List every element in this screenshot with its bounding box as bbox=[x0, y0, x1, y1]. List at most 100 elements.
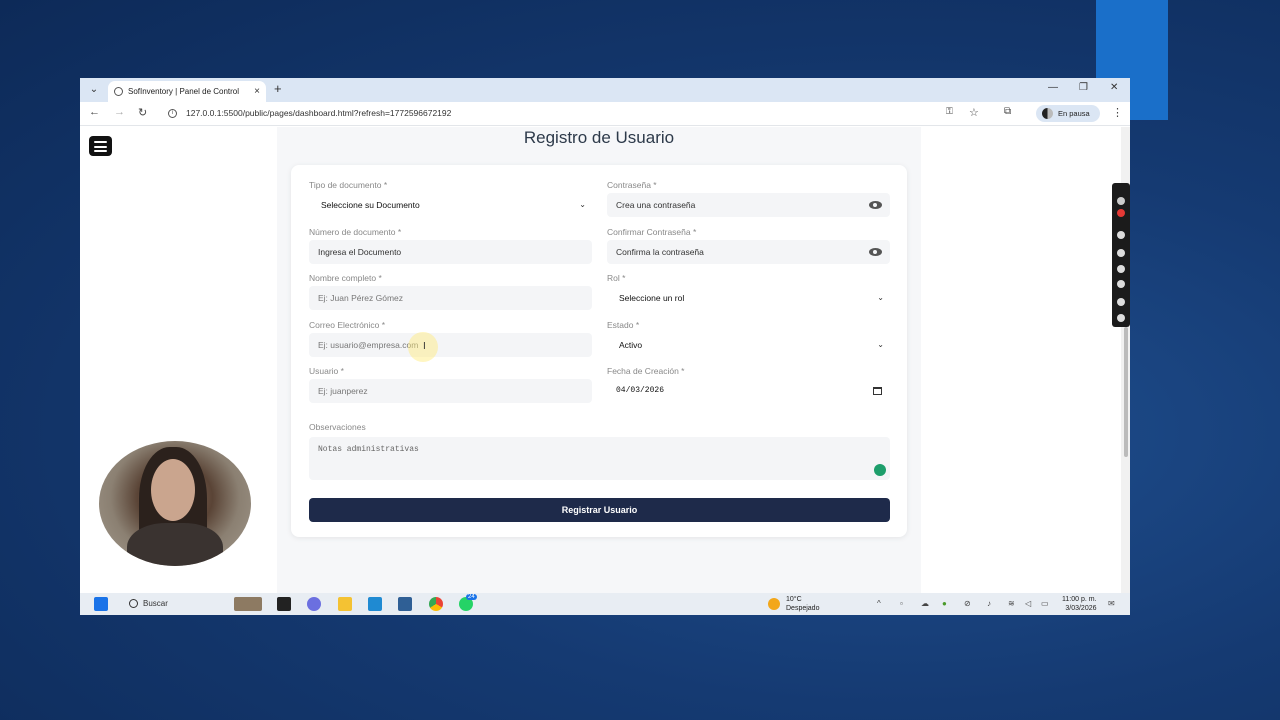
chrome-icon[interactable] bbox=[429, 597, 443, 611]
nombre-completo-input[interactable]: Ej: Juan Pérez Gómez bbox=[309, 286, 592, 310]
chevron-down-icon: ⌄ bbox=[877, 340, 884, 349]
clock[interactable]: 11:00 p. m. 3/03/2026 bbox=[1062, 595, 1097, 613]
rol-select[interactable]: Seleccione un rol ⌄ bbox=[607, 286, 890, 310]
contrasena-input[interactable]: Crea una contraseña bbox=[607, 193, 890, 217]
nombre-completo-label: Nombre completo * bbox=[309, 273, 382, 283]
observaciones-placeholder: Notas administrativas bbox=[318, 445, 419, 454]
usuario-label: Usuario * bbox=[309, 366, 344, 376]
vscode-icon[interactable] bbox=[368, 597, 382, 611]
grammar-assistant-icon[interactable] bbox=[874, 464, 886, 476]
tab-bar: ⌄ SofInventory | Panel de Control × + — … bbox=[80, 78, 1130, 102]
tab-search-chevron-icon[interactable]: ⌄ bbox=[86, 82, 102, 98]
security-icon[interactable]: ● bbox=[942, 599, 947, 608]
numero-documento-label: Número de documento * bbox=[309, 227, 402, 237]
tray-app-icon[interactable]: ▫ bbox=[900, 599, 903, 608]
registration-form: Tipo de documento * Seleccione su Docume… bbox=[291, 165, 907, 537]
tipo-documento-select[interactable]: Seleccione su Documento ⌄ bbox=[309, 193, 592, 217]
clock-time: 11:00 p. m. bbox=[1062, 596, 1097, 603]
microphone-icon[interactable] bbox=[1117, 249, 1125, 257]
hamburger-menu-icon[interactable] bbox=[89, 136, 112, 156]
browser-tab[interactable]: SofInventory | Panel de Control × bbox=[108, 81, 266, 102]
key-icon[interactable]: ⚿ bbox=[946, 106, 953, 117]
site-info-icon[interactable]: i bbox=[168, 109, 177, 118]
main-content: Registro de Usuario Tipo de documento * … bbox=[277, 127, 921, 593]
record-icon[interactable] bbox=[1117, 209, 1125, 217]
scrollbar-thumb[interactable] bbox=[1124, 327, 1128, 457]
close-window-button[interactable]: ✕ bbox=[1110, 82, 1118, 93]
profile-status: En pausa bbox=[1058, 109, 1090, 118]
registrar-usuario-button[interactable]: Registrar Usuario bbox=[309, 498, 890, 522]
estado-label: Estado * bbox=[607, 320, 640, 330]
menu-kebab-icon[interactable]: ⋮ bbox=[1112, 106, 1123, 119]
search-highlight-icon bbox=[234, 597, 262, 611]
contrasena-placeholder: Crea una contraseña bbox=[616, 200, 696, 210]
pause-icon[interactable] bbox=[1117, 231, 1125, 239]
contrasena-label: Contraseña * bbox=[607, 180, 657, 190]
window-icon[interactable] bbox=[1117, 298, 1125, 306]
confirmar-contrasena-input[interactable]: Confirma la contraseña bbox=[607, 240, 890, 264]
volume-icon[interactable]: ◁ bbox=[1025, 599, 1031, 608]
usuario-placeholder: Ej: juanperez bbox=[318, 386, 368, 396]
estado-value: Activo bbox=[619, 340, 643, 350]
speaker-icon[interactable] bbox=[1117, 265, 1125, 273]
back-arrow-icon[interactable]: ← bbox=[89, 106, 100, 118]
presenter-face bbox=[151, 459, 195, 521]
weather-temp: 10°C bbox=[786, 596, 802, 603]
confirmar-contrasena-label: Confirmar Contraseña * bbox=[607, 227, 697, 237]
microphone-icon[interactable]: ♪ bbox=[987, 599, 991, 608]
teams-icon[interactable] bbox=[307, 597, 321, 611]
profile-avatar-icon bbox=[1042, 108, 1053, 119]
task-view-icon[interactable] bbox=[277, 597, 291, 611]
notification-icon[interactable]: ✉ bbox=[1108, 599, 1115, 608]
tipo-documento-label: Tipo de documento * bbox=[309, 180, 388, 190]
fecha-creacion-value: 04/03/2026 bbox=[616, 386, 665, 395]
bookmark-star-icon[interactable]: ☆ bbox=[969, 106, 979, 119]
eye-icon[interactable] bbox=[869, 201, 882, 209]
address-bar-row: ← → ↻ i 127.0.0.1:5500/public/pages/dash… bbox=[80, 102, 1130, 126]
observaciones-label: Observaciones bbox=[309, 422, 366, 432]
eye-icon[interactable] bbox=[869, 248, 882, 256]
reload-icon[interactable]: ↻ bbox=[138, 106, 147, 119]
tab-close-icon[interactable]: × bbox=[254, 81, 260, 102]
chevron-down-icon: ⌄ bbox=[877, 293, 884, 302]
usuario-input[interactable]: Ej: juanperez bbox=[309, 379, 592, 403]
tray-chevron-icon[interactable]: ^ bbox=[877, 599, 881, 608]
extensions-icon[interactable]: ⧉ bbox=[1004, 106, 1011, 117]
fecha-creacion-input[interactable]: 04/03/2026 bbox=[607, 379, 890, 403]
webcam-overlay bbox=[99, 441, 251, 566]
whatsapp-badge: 24 bbox=[466, 594, 477, 600]
camera-icon[interactable] bbox=[1117, 197, 1125, 205]
url-field[interactable]: 127.0.0.1:5500/public/pages/dashboard.ht… bbox=[186, 108, 451, 118]
rol-label: Rol * bbox=[607, 273, 626, 283]
tray-status-icon[interactable]: ⊘ bbox=[964, 599, 971, 608]
battery-icon[interactable]: ▭ bbox=[1041, 599, 1049, 608]
observaciones-textarea[interactable]: Notas administrativas bbox=[309, 437, 890, 480]
restore-button[interactable]: ❐ bbox=[1079, 82, 1088, 93]
calendar-icon[interactable] bbox=[873, 387, 882, 395]
weather-desc: Despejado bbox=[786, 605, 820, 612]
correo-placeholder: Ej: usuario@empresa.com bbox=[318, 340, 419, 350]
postgres-icon[interactable] bbox=[398, 597, 412, 611]
correo-input[interactable]: Ej: usuario@empresa.com bbox=[309, 333, 592, 357]
forward-arrow-icon[interactable]: → bbox=[114, 106, 125, 118]
file-explorer-icon[interactable] bbox=[338, 597, 352, 611]
gear-icon[interactable] bbox=[1117, 314, 1125, 322]
confirmar-contrasena-placeholder: Confirma la contraseña bbox=[616, 247, 704, 257]
numero-documento-input[interactable]: Ingresa el Documento bbox=[309, 240, 592, 264]
onedrive-icon[interactable]: ☁ bbox=[921, 599, 929, 608]
webcam-toggle-icon[interactable] bbox=[1117, 280, 1125, 288]
estado-select[interactable]: Activo ⌄ bbox=[607, 333, 890, 357]
minimize-button[interactable]: — bbox=[1048, 82, 1058, 93]
chevron-down-icon: ⌄ bbox=[579, 200, 586, 209]
taskbar: Buscar 24 10°C Despejado ^ ▫ ☁ ● ⊘ ♪ ≋ ◁… bbox=[80, 593, 1130, 615]
wifi-icon[interactable]: ≋ bbox=[1008, 599, 1015, 608]
globe-icon bbox=[114, 87, 123, 96]
windows-start-icon[interactable] bbox=[94, 597, 108, 611]
profile-button[interactable]: En pausa bbox=[1036, 105, 1100, 122]
new-tab-button[interactable]: + bbox=[274, 81, 282, 96]
correo-label: Correo Electrónico * bbox=[309, 320, 386, 330]
search-icon bbox=[129, 599, 138, 608]
page-title: Registro de Usuario bbox=[523, 128, 675, 147]
nombre-completo-placeholder: Ej: Juan Pérez Gómez bbox=[318, 293, 404, 303]
weather-widget[interactable]: 10°C Despejado bbox=[786, 595, 819, 613]
